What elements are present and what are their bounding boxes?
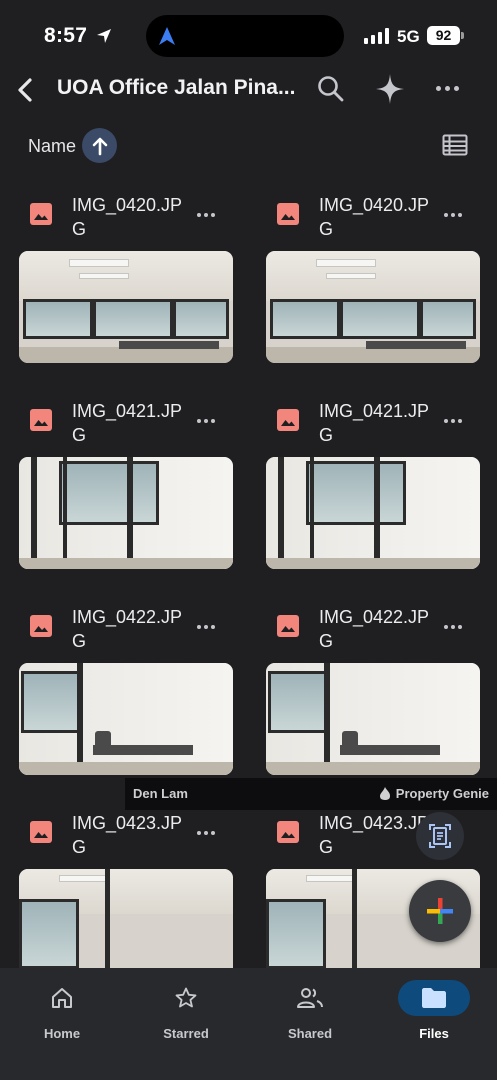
gemini-sparkle-icon[interactable] bbox=[373, 71, 407, 107]
file-card[interactable]: IMG_0421.JPG bbox=[266, 391, 480, 581]
nav-shared[interactable]: Shared bbox=[260, 978, 360, 1048]
file-thumbnail[interactable] bbox=[266, 457, 480, 569]
file-more-icon[interactable] bbox=[197, 419, 215, 423]
file-name: IMG_0420.JPG bbox=[319, 195, 430, 239]
file-card[interactable]: IMG_0422.JPG bbox=[19, 597, 233, 787]
nav-home[interactable]: Home bbox=[12, 978, 112, 1048]
file-card[interactable]: IMG_0420.JPG bbox=[266, 185, 480, 375]
navigation-arrow-icon bbox=[159, 27, 175, 45]
plus-icon bbox=[427, 898, 453, 924]
file-more-icon[interactable] bbox=[444, 419, 462, 423]
image-file-icon bbox=[277, 615, 299, 637]
battery-tip bbox=[461, 32, 464, 39]
image-file-icon bbox=[277, 821, 299, 843]
location-arrow-icon bbox=[97, 29, 111, 43]
file-name: IMG_0421.JPG bbox=[72, 401, 183, 445]
image-file-icon bbox=[30, 203, 52, 225]
star-icon bbox=[175, 987, 197, 1008]
status-bar: 8:57 5G 92 bbox=[0, 0, 497, 70]
watermark-brand: Property Genie bbox=[379, 786, 489, 801]
file-more-icon[interactable] bbox=[197, 625, 215, 629]
file-thumbnail[interactable] bbox=[19, 663, 233, 775]
new-button[interactable] bbox=[409, 880, 471, 942]
people-icon bbox=[297, 988, 323, 1008]
status-time: 8:57 bbox=[44, 24, 88, 47]
nav-home-label: Home bbox=[43, 1026, 81, 1041]
flame-icon bbox=[379, 787, 390, 800]
file-thumbnail[interactable] bbox=[19, 457, 233, 569]
arrow-up-icon bbox=[92, 137, 107, 155]
file-name: IMG_0421.JPG bbox=[319, 401, 430, 445]
file-card[interactable]: IMG_0421.JPG bbox=[19, 391, 233, 581]
file-thumbnail[interactable] bbox=[266, 663, 480, 775]
watermark-brand-text: Property Genie bbox=[395, 786, 489, 801]
folder-icon bbox=[422, 988, 446, 1008]
nav-starred-label: Starred bbox=[163, 1026, 209, 1041]
file-more-icon[interactable] bbox=[444, 213, 462, 217]
network-type: 5G bbox=[397, 27, 420, 46]
bottom-navigation: Home Starred Shared Files bbox=[0, 968, 497, 1080]
file-card[interactable]: IMG_0420.JPG bbox=[19, 185, 233, 375]
image-file-icon bbox=[30, 615, 52, 637]
file-name: IMG_0422.JPG bbox=[319, 607, 430, 651]
sort-label[interactable]: Name bbox=[28, 136, 76, 157]
home-icon bbox=[52, 988, 72, 1008]
file-card[interactable]: IMG_0423.JPG bbox=[19, 803, 233, 993]
watermark-bar: Den Lam Property Genie bbox=[125, 778, 497, 810]
file-more-icon[interactable] bbox=[197, 213, 215, 217]
list-view-icon[interactable] bbox=[442, 134, 468, 156]
top-app-bar: UOA Office Jalan Pina... bbox=[0, 64, 497, 116]
back-icon[interactable] bbox=[12, 74, 40, 106]
watermark-author: Den Lam bbox=[133, 786, 188, 801]
file-more-icon[interactable] bbox=[444, 625, 462, 629]
file-thumbnail[interactable] bbox=[19, 251, 233, 363]
file-name: IMG_0423.JPG bbox=[72, 813, 183, 857]
image-file-icon bbox=[30, 409, 52, 431]
search-icon[interactable] bbox=[316, 74, 346, 104]
image-file-icon bbox=[30, 821, 52, 843]
more-options-icon[interactable] bbox=[436, 86, 459, 91]
nav-starred[interactable]: Starred bbox=[136, 978, 236, 1048]
file-thumbnail[interactable] bbox=[266, 251, 480, 363]
file-name: IMG_0420.JPG bbox=[72, 195, 183, 239]
nav-shared-label: Shared bbox=[287, 1026, 333, 1041]
document-scan-icon bbox=[429, 824, 451, 848]
sort-direction-button[interactable] bbox=[82, 128, 117, 163]
file-card[interactable]: IMG_0422.JPG bbox=[266, 597, 480, 787]
nav-files-label: Files bbox=[419, 1026, 449, 1041]
file-name: IMG_0422.JPG bbox=[72, 607, 183, 651]
page-title: UOA Office Jalan Pina... bbox=[57, 76, 296, 99]
file-thumbnail[interactable] bbox=[19, 869, 233, 969]
battery-icon: 92 bbox=[427, 26, 460, 45]
scan-document-button[interactable] bbox=[416, 812, 464, 860]
image-file-icon bbox=[277, 409, 299, 431]
signal-icon bbox=[364, 28, 389, 44]
sort-row: Name bbox=[0, 126, 497, 166]
image-file-icon bbox=[277, 203, 299, 225]
nav-files[interactable]: Files bbox=[384, 978, 484, 1048]
file-more-icon[interactable] bbox=[197, 831, 215, 835]
